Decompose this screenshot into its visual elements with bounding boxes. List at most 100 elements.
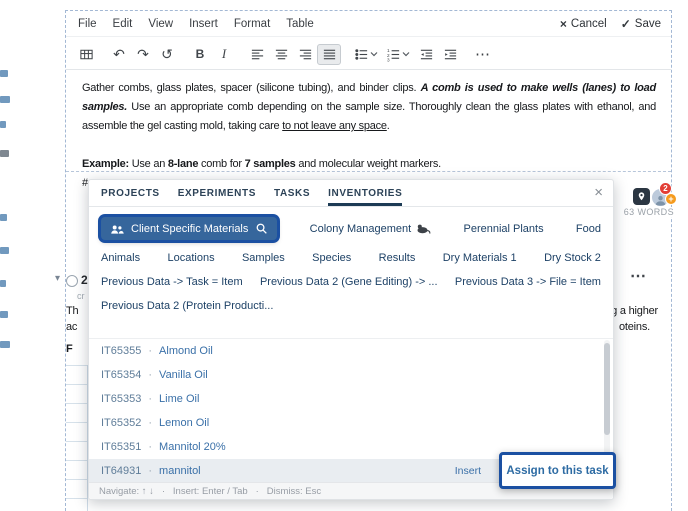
bullet-list-button[interactable] [350,44,382,65]
align-center-icon [274,47,289,62]
menu-bar: File Edit View Insert Format Table × Can… [66,11,671,36]
doc-text: Use an [129,158,168,170]
chip-previous-data-3-file-item[interactable]: Previous Data 3 -> File = Item [455,276,601,288]
clipped-sidebar-text [0,70,8,77]
indent-button[interactable] [438,44,462,65]
insert-hint-label[interactable]: Insert [455,465,481,477]
chip-previous-data-task-item[interactable]: Previous Data -> Task = Item [101,276,243,288]
chip-row: Previous Data -> Task = Item Previous Da… [101,276,601,288]
occluded-text-fragment: g a higher [611,305,658,317]
item-id: IT65352 [101,417,141,429]
chip-animals[interactable]: Animals [101,252,140,264]
cancel-button[interactable]: × Cancel [560,17,607,31]
align-justify-button[interactable] [317,44,341,65]
popup-close-button[interactable]: × [594,184,603,201]
rat-icon [416,223,431,235]
add-collaborator-badge[interactable]: + [665,193,677,205]
clipped-sidebar-text [0,280,6,287]
undo-button[interactable]: ↶ [107,44,131,65]
occluded-text-fragment: F [66,343,73,355]
history-button[interactable]: ↺ [155,44,179,65]
chip-results[interactable]: Results [379,252,416,264]
chip-client-specific-materials[interactable]: Client Specific Materials [101,217,277,240]
list-item[interactable]: IT65352·Lemon Oil [89,411,613,435]
section-complete-checkbox[interactable] [66,275,78,287]
list-item[interactable]: IT65355·Almond Oil [89,339,613,363]
redo-button[interactable]: ↷ [131,44,155,65]
tab-tasks[interactable]: TASKS [274,181,310,206]
item-id: IT65354 [101,369,141,381]
tab-inventories[interactable]: INVENTORIES [328,181,402,206]
more-options-button[interactable]: ⋯ [471,44,495,65]
item-id: IT65353 [101,393,141,405]
location-pin-icon [636,191,647,202]
section-number: 2 [81,273,88,287]
bold-button[interactable]: B [188,44,212,65]
chip-samples[interactable]: Samples [242,252,285,264]
chip-previous-data-2-gene-editing[interactable]: Previous Data 2 (Gene Editing) -> ... [260,276,438,288]
align-left-button[interactable] [245,44,269,65]
numbered-list-icon: 123 [386,47,401,62]
outdent-icon [419,47,434,62]
chip-species[interactable]: Species [312,252,351,264]
cancel-icon: × [560,17,567,31]
more-icon: ⋯ [475,45,491,63]
clipped-sidebar-text [0,121,6,128]
list-item[interactable]: IT65354·Vanilla Oil [89,363,613,387]
doc-text: comb for [198,158,244,170]
menu-format[interactable]: Format [226,18,278,30]
chip-perennial-plants[interactable]: Perennial Plants [463,223,543,235]
chip-colony-management[interactable]: Colony Management [310,223,432,235]
tab-projects[interactable]: PROJECTS [101,181,160,206]
menu-edit[interactable]: Edit [105,18,141,30]
menu-insert[interactable]: Insert [181,18,226,30]
item-name: Mannitol 20% [159,441,226,453]
save-button[interactable]: ✓ Save [621,17,661,31]
item-id: IT64931 [101,465,141,477]
chip-food[interactable]: Food [576,223,601,235]
svg-text:3: 3 [387,57,390,61]
align-center-button[interactable] [269,44,293,65]
numbered-list-button[interactable]: 123 [382,44,414,65]
chevron-down-icon [402,51,410,57]
paragraph-procedure: Gather combs, glass plates, spacer (sili… [82,79,656,136]
cancel-label: Cancel [571,18,607,30]
italic-icon: I [222,46,226,62]
tab-experiments[interactable]: EXPERIMENTS [178,181,256,206]
people-icon [110,223,124,235]
item-name: mannitol [159,465,201,477]
section-menu-button[interactable]: ⋯ [630,266,646,286]
clipped-sidebar-text [0,311,8,318]
item-separator: · [148,393,152,405]
table-icon [79,47,94,62]
occluded-text-fragment: oteins. [619,321,650,333]
document-editor[interactable]: Gather combs, glass plates, spacer (sili… [82,79,656,193]
chip-dry-materials-1[interactable]: Dry Materials 1 [443,252,517,264]
italic-button[interactable]: I [212,44,236,65]
section-collapse-chevron[interactable]: ▾ [55,273,60,284]
item-separator: · [148,465,152,477]
item-separator: · [148,345,152,357]
align-justify-icon [322,47,337,62]
insights-pin-button[interactable] [633,188,650,205]
doc-text-bold: 8-lane [168,158,198,170]
doc-text-bold: Example: [82,158,129,170]
chip-locations[interactable]: Locations [168,252,215,264]
menu-file[interactable]: File [70,18,105,30]
menu-table[interactable]: Table [278,18,322,30]
align-right-button[interactable] [293,44,317,65]
chip-previous-data-2-protein[interactable]: Previous Data 2 (Protein Producti... [101,300,273,312]
insert-table-button[interactable] [74,44,98,65]
indent-icon [443,47,458,62]
assign-to-this-task-button[interactable]: Assign to this task [499,452,616,489]
popup-tabs: PROJECTS EXPERIMENTS TASKS INVENTORIES [89,180,613,207]
outdent-button[interactable] [414,44,438,65]
clipped-sidebar-text [0,150,9,157]
clipped-sidebar-text [0,96,10,103]
formatting-toolbar: ↶ ↷ ↺ B I 123 ⋯ [74,41,495,67]
save-check-icon: ✓ [621,17,631,31]
list-item[interactable]: IT65353·Lime Oil [89,387,613,411]
chip-dry-stock-2[interactable]: Dry Stock 2 [544,252,601,264]
popup-scrollbar-thumb[interactable] [604,343,610,435]
menu-view[interactable]: View [140,18,181,30]
